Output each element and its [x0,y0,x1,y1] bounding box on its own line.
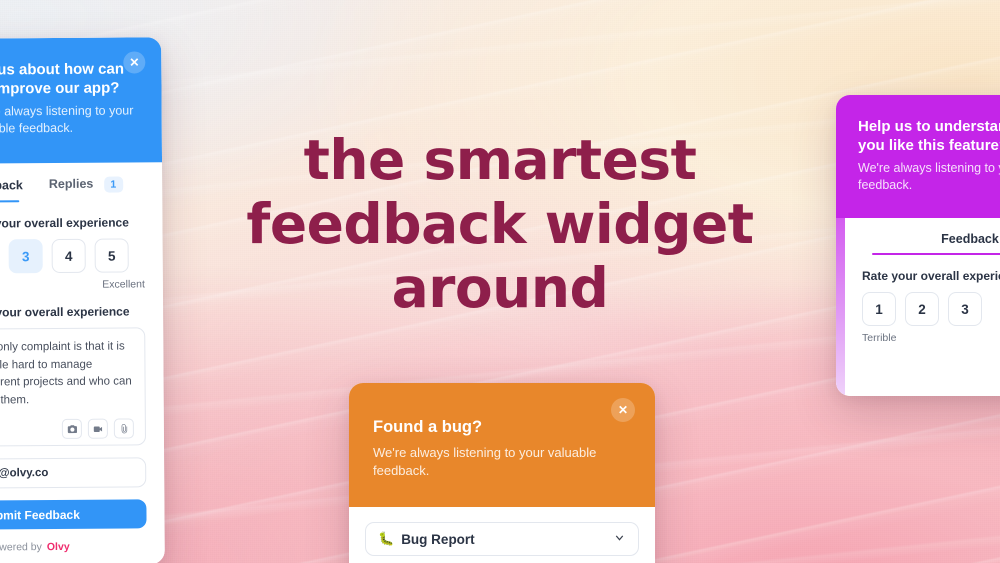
feedback-widget-orange: ✕ Found a bug? We're always listening to… [349,383,655,563]
orange-card-subtitle: We're always listening to your valuable … [373,445,597,478]
rating-section-label-purple: Rate your overall experience [862,269,1000,284]
blue-card-body: Feedback Replies 1 Rate your overall exp… [0,162,165,563]
blue-card-title: Tell us about how can we improve our app… [0,60,125,98]
purple-accent-edge [836,218,845,397]
rating-button-1-purple[interactable]: 1 [862,292,896,327]
blue-card-subtitle: We're always listening to your valuable … [0,103,134,136]
rating-section-label: Rate your overall experience [0,215,129,231]
tab-feedback-purple-label: Feedback [941,232,999,247]
bug-icon: 🐛 [378,531,395,547]
rating-scale-blue: Excellent [0,279,145,292]
powered-by-blue: ⚡ Powered by Olvy [0,539,147,553]
orange-card-header: ✕ Found a bug? We're always listening to… [349,383,655,508]
tab-replies-badge: 1 [103,176,123,193]
rating-scale-purple: Terrible [862,332,1000,344]
submit-feedback-button[interactable]: Submit Feedback [0,499,147,530]
tab-active-underline [0,199,20,203]
blue-card-tabs: Feedback Replies 1 [0,176,144,203]
purple-card-title: Help us to understand how do you like th… [858,118,1000,155]
tab-feedback-label: Feedback [0,178,23,193]
rating-button-5[interactable]: 5 [94,238,129,273]
powered-by-label: Powered by [0,540,42,553]
comment-text: My only complaint is that it is a little… [0,340,132,406]
purple-card-tabs: Feedback [862,232,1000,256]
purple-card-header: Help us to understand how do you like th… [836,95,1000,219]
tab-active-underline-purple [872,252,1000,256]
comment-section-label: Rate your overall experience [0,304,130,320]
rating-scale-high: Excellent [102,278,145,291]
orange-card-title: Found a bug? [373,418,483,436]
rating-button-4[interactable]: 4 [51,238,86,274]
video-icon[interactable] [87,418,108,439]
blue-card-header: ✕ Tell us about how can we improve our a… [0,37,163,164]
close-icon[interactable]: ✕ [123,51,146,74]
comment-textarea[interactable]: My only complaint is that it is a little… [0,327,147,447]
rating-buttons-purple: 1 2 3 [862,292,1000,327]
rating-scale-low: Terrible [862,332,897,345]
email-field[interactable]: zoe@olvy.co [0,457,147,489]
tab-replies-label: Replies [48,176,94,192]
feedback-widget-purple: Help us to understand how do you like th… [836,95,1000,397]
rating-button-2-purple[interactable]: 2 [905,292,939,327]
report-type-select[interactable]: 🐛 Bug Report [365,522,639,557]
media-buttons [0,418,134,439]
chevron-down-icon [613,531,626,547]
rating-button-3[interactable]: 3 [8,239,43,274]
rating-buttons-blue: 2 3 4 5 [0,238,145,274]
attachment-icon[interactable] [113,418,134,439]
orange-card-body: 🐛 Bug Report How the product would like … [349,507,655,563]
report-type-value: Bug Report [401,531,475,547]
tab-replies[interactable]: Replies 1 [48,176,123,194]
powered-by-purple: ⚡ Powered by [862,372,1000,385]
purple-card-subtitle: We're always listening to your valuable … [858,161,1000,193]
olvy-brand: Olvy [46,540,70,553]
rating-button-3-purple[interactable]: 3 [948,292,982,327]
camera-icon[interactable] [61,418,82,439]
close-icon-orange[interactable]: ✕ [611,398,635,422]
tab-feedback-purple[interactable]: Feedback [941,232,999,246]
tab-feedback[interactable]: Feedback [0,178,23,192]
feedback-widget-blue: ✕ Tell us about how can we improve our a… [0,37,165,563]
purple-card-body: Feedback Rate your overall experience 1 … [836,218,1000,397]
